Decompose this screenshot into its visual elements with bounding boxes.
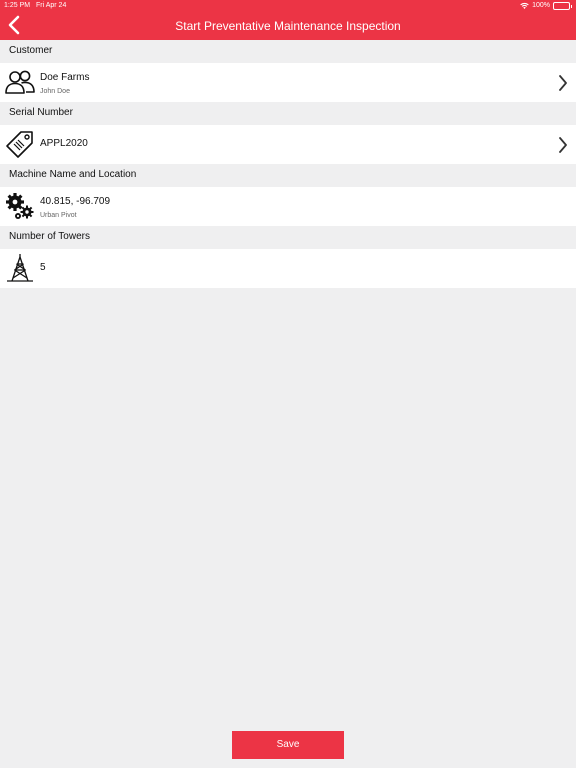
serial-number-row[interactable]: APPL2020 xyxy=(0,125,576,164)
users-icon xyxy=(5,70,35,94)
tag-icon xyxy=(6,131,33,158)
chevron-right-icon[interactable] xyxy=(558,137,568,153)
navigation-bar: 1:25 PM Fri Apr 24 100% Start Preventati… xyxy=(0,0,576,40)
tower-icon xyxy=(7,254,33,282)
section-label-customer: Customer xyxy=(9,45,53,56)
towers-value: 5 xyxy=(40,262,46,273)
towers-row: 5 xyxy=(0,249,576,288)
save-button[interactable]: Save xyxy=(232,731,344,759)
customer-name: Doe Farms xyxy=(40,72,90,83)
section-label-machine: Machine Name and Location xyxy=(9,169,137,180)
section-label-serial: Serial Number xyxy=(9,107,73,118)
machine-coordinates: 40.815, -96.709 xyxy=(40,196,111,207)
page-title: Start Preventative Maintenance Inspectio… xyxy=(175,19,401,33)
status-bar: 1:25 PM Fri Apr 24 100% xyxy=(0,0,576,12)
chevron-right-icon[interactable] xyxy=(558,75,568,91)
status-time: 1:25 PM xyxy=(4,2,31,9)
customer-row[interactable]: Doe Farms John Doe xyxy=(0,63,576,102)
status-date: Fri Apr 24 xyxy=(36,2,67,9)
status-indicators: 100% xyxy=(520,0,572,12)
wifi-icon xyxy=(520,2,529,9)
gears-icon xyxy=(6,193,34,219)
machine-name: Urban Pivot xyxy=(40,212,77,219)
battery-percent: 100% xyxy=(532,2,550,9)
battery-icon xyxy=(553,2,572,10)
customer-contact: John Doe xyxy=(40,88,70,95)
machine-row: 40.815, -96.709 Urban Pivot xyxy=(0,187,576,226)
section-label-towers: Number of Towers xyxy=(9,231,90,242)
serial-number-value: APPL2020 xyxy=(40,138,88,149)
